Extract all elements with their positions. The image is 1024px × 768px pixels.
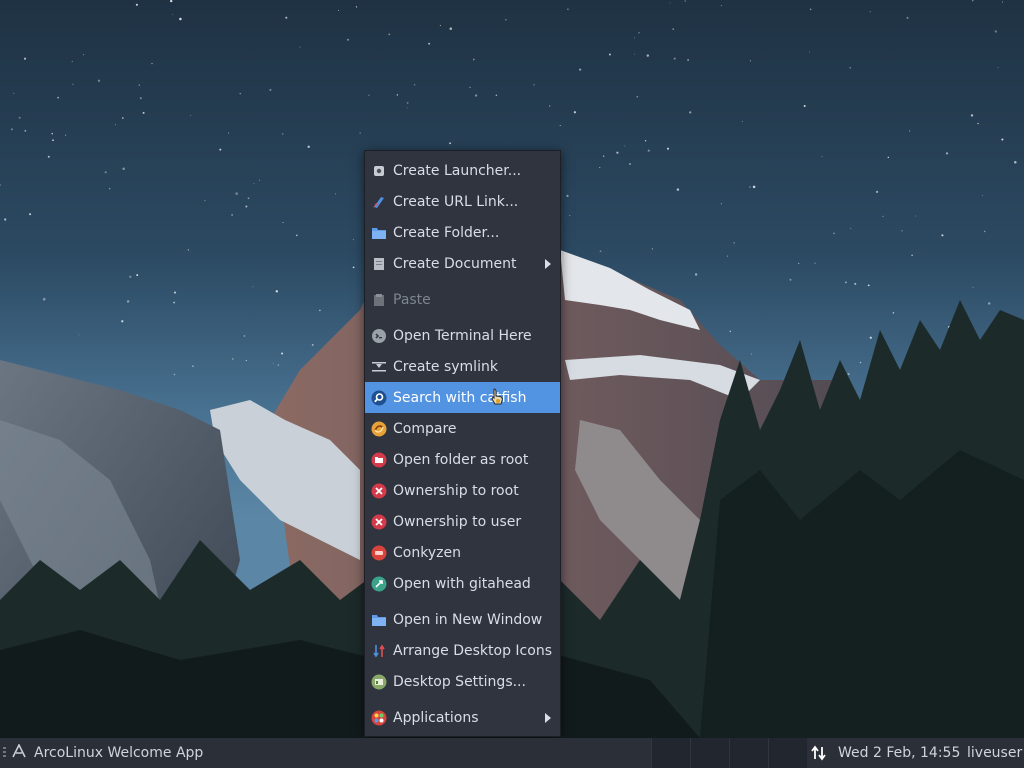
menu-item-conkyzen[interactable]: Conkyzen — [365, 537, 560, 568]
desktop-settings-icon — [371, 674, 387, 690]
applications-icon — [371, 710, 387, 726]
menu-item-label: Open folder as root — [393, 451, 529, 468]
symlink-icon — [371, 359, 387, 375]
terminal-icon — [371, 328, 387, 344]
arrange-icon — [371, 643, 387, 659]
menu-item-paste: Paste — [365, 284, 560, 315]
folder-icon — [371, 612, 387, 628]
ownership-user-icon — [371, 514, 387, 530]
menu-item-open-with-gitahead[interactable]: Open with gitahead — [365, 568, 560, 599]
menu-item-create-folder[interactable]: Create Folder... — [365, 217, 560, 248]
workspace-2[interactable] — [690, 738, 729, 768]
taskbar: ArcoLinux Welcome App Wed 2 Feb, 14:55 l… — [0, 738, 1024, 768]
menu-item-label: Compare — [393, 420, 457, 437]
network-icon[interactable] — [810, 744, 828, 766]
menu-item-label: Open Terminal Here — [393, 327, 532, 344]
clock[interactable]: Wed 2 Feb, 14:55 — [838, 738, 960, 768]
panel-handle[interactable] — [3, 747, 6, 759]
menu-item-label: Ownership to user — [393, 513, 522, 530]
menu-item-create-url-link[interactable]: Create URL Link... — [365, 186, 560, 217]
menu-item-create-document[interactable]: Create Document — [365, 248, 560, 279]
submenu-arrow-icon — [545, 259, 551, 269]
menu-item-search-with-catfish[interactable]: Search with catfish — [365, 382, 560, 413]
menu-item-arrange-desktop-icons[interactable]: Arrange Desktop Icons — [365, 635, 560, 666]
menu-item-open-terminal-here[interactable]: Open Terminal Here — [365, 320, 560, 351]
conkyzen-icon — [371, 545, 387, 561]
menu-item-label: Ownership to root — [393, 482, 519, 499]
menu-item-label: Paste — [393, 291, 431, 308]
workspace-3[interactable] — [729, 738, 768, 768]
menu-item-label: Create Document — [393, 255, 517, 272]
menu-item-label: Create Folder... — [393, 224, 500, 241]
taskbar-task-label: ArcoLinux Welcome App — [34, 745, 204, 761]
menu-item-label: Applications — [393, 709, 479, 726]
menu-item-desktop-settings[interactable]: Desktop Settings... — [365, 666, 560, 697]
document-icon — [371, 256, 387, 272]
taskbar-task-welcome-app[interactable]: ArcoLinux Welcome App — [12, 738, 203, 768]
gear-icon — [371, 163, 387, 179]
menu-item-label: Create URL Link... — [393, 193, 519, 210]
menu-item-open-in-new-window[interactable]: Open in New Window — [365, 604, 560, 635]
submenu-arrow-icon — [545, 713, 551, 723]
menu-item-open-folder-as-root[interactable]: Open folder as root — [365, 444, 560, 475]
menu-item-label: Arrange Desktop Icons — [393, 642, 552, 659]
folder-icon — [371, 225, 387, 241]
gitahead-icon — [371, 576, 387, 592]
menu-item-label: Search with catfish — [393, 389, 527, 406]
workspace-1[interactable] — [651, 738, 690, 768]
user-menu[interactable]: liveuser — [967, 738, 1022, 768]
menu-item-create-symlink[interactable]: Create symlink — [365, 351, 560, 382]
mouse-pointer-icon — [491, 388, 503, 405]
menu-item-ownership-to-root[interactable]: Ownership to root — [365, 475, 560, 506]
menu-item-create-launcher[interactable]: Create Launcher... — [365, 155, 560, 186]
paste-icon — [371, 292, 387, 308]
menu-item-compare[interactable]: Compare — [365, 413, 560, 444]
menu-item-label: Desktop Settings... — [393, 673, 526, 690]
menu-item-label: Open in New Window — [393, 611, 543, 628]
menu-item-applications[interactable]: Applications — [365, 702, 560, 733]
ownership-root-icon — [371, 483, 387, 499]
search-icon — [371, 390, 387, 406]
menu-item-label: Conkyzen — [393, 544, 461, 561]
desktop-context-menu: Create Launcher... Create URL Link... Cr… — [364, 150, 561, 737]
link-icon — [371, 194, 387, 210]
menu-item-ownership-to-user[interactable]: Ownership to user — [365, 506, 560, 537]
workspace-4[interactable] — [768, 738, 807, 768]
arcolinux-logo-icon — [12, 743, 26, 762]
root-folder-icon — [371, 452, 387, 468]
menu-item-label: Create Launcher... — [393, 162, 522, 179]
compare-icon — [371, 421, 387, 437]
menu-item-label: Create symlink — [393, 358, 498, 375]
menu-item-label: Open with gitahead — [393, 575, 531, 592]
